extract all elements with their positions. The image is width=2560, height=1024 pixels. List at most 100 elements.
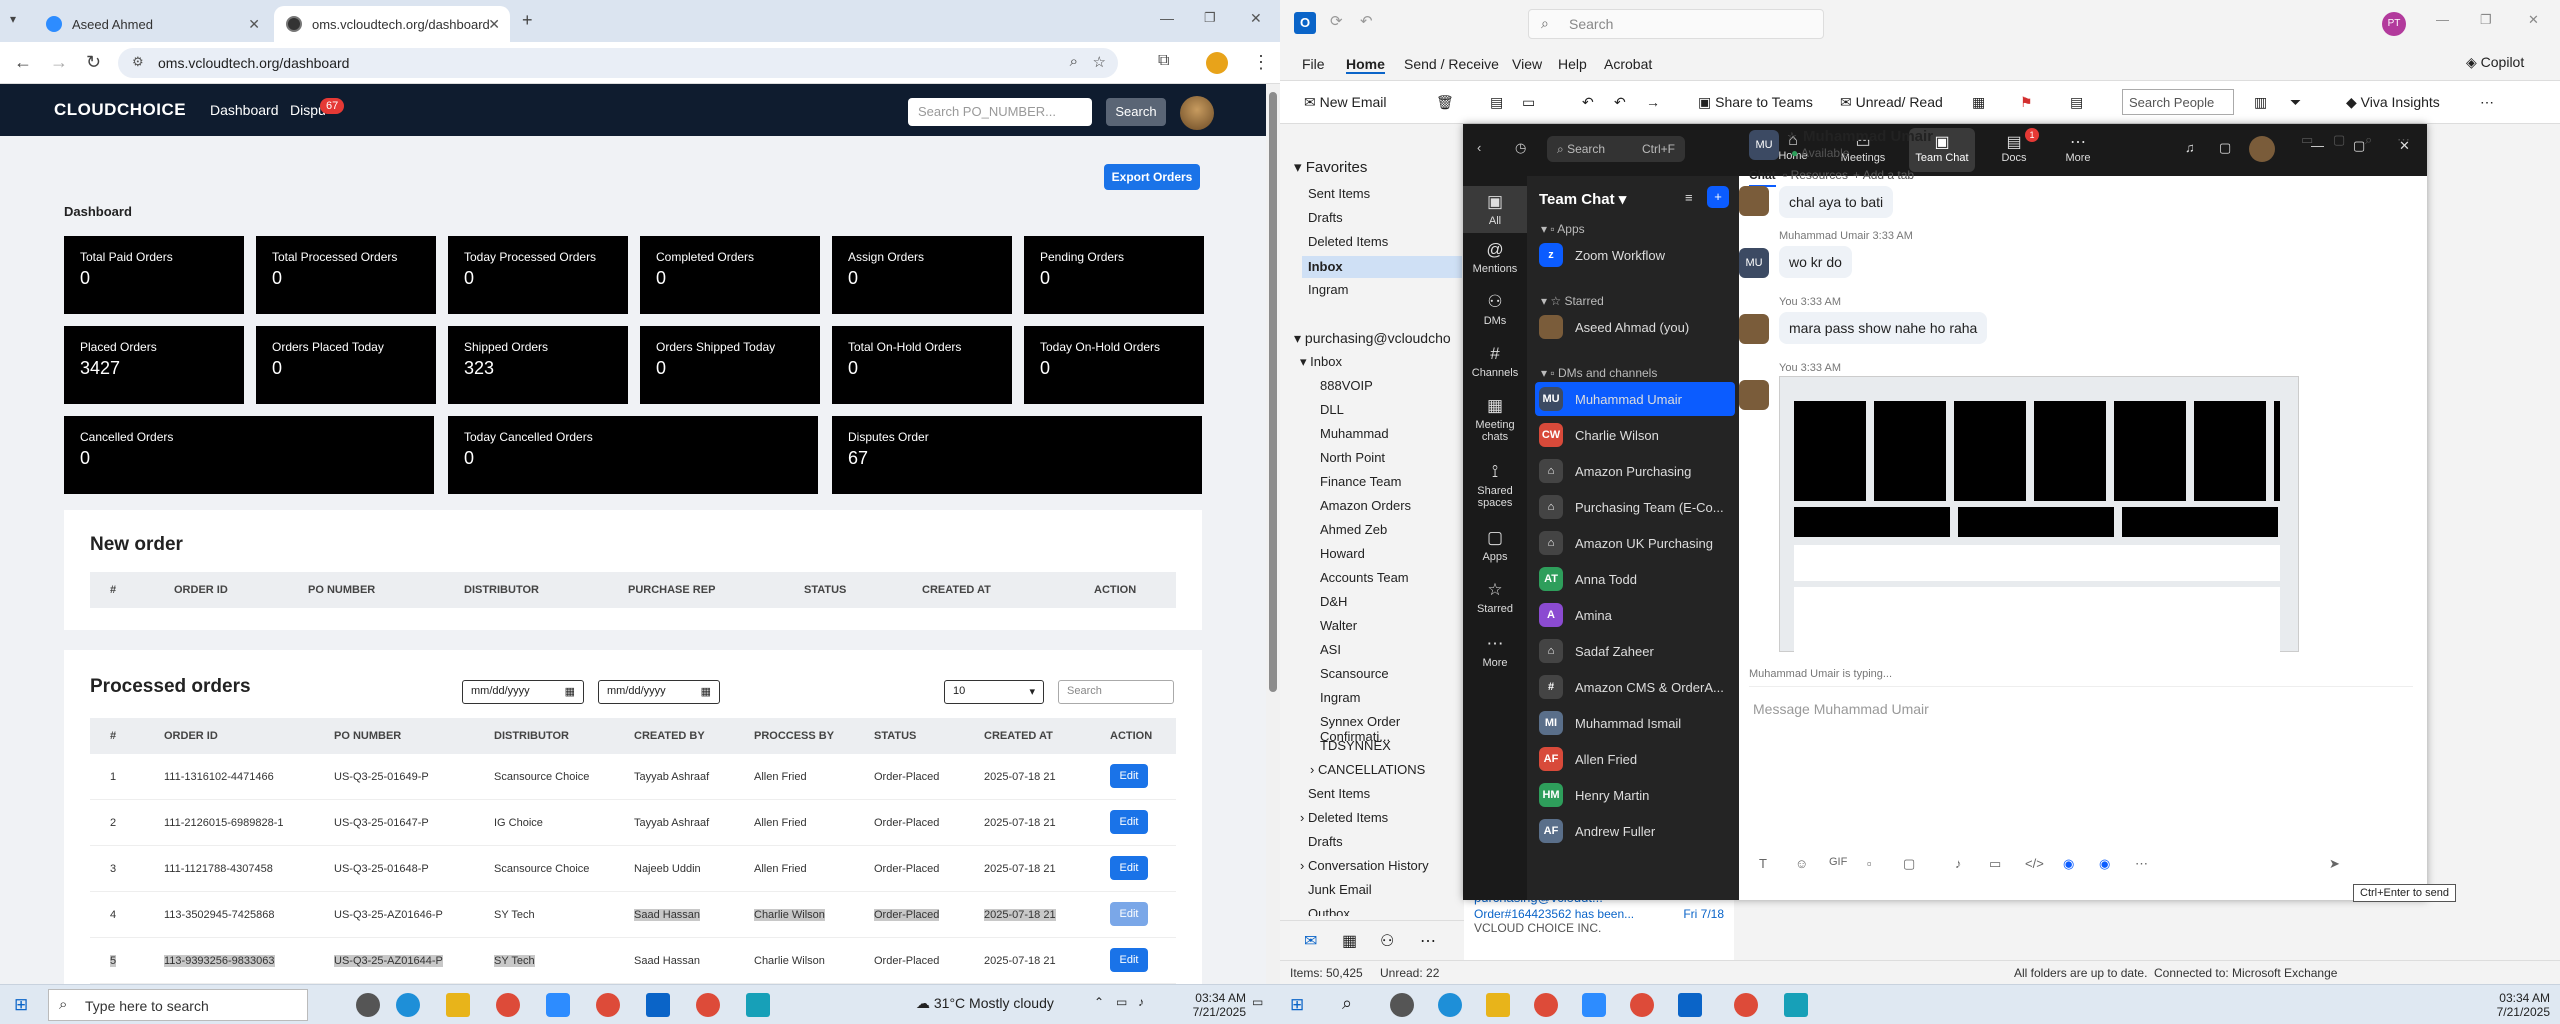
app-icon[interactable] (1784, 993, 1808, 1017)
subfolder[interactable]: Ahmed Zeb (1320, 522, 1387, 537)
edge-icon[interactable] (1438, 993, 1462, 1017)
network-icon[interactable]: ▭ (1116, 995, 1127, 1009)
account-header[interactable]: ▾ purchasing@vcloudcho (1294, 330, 1451, 347)
tab-resources[interactable]: ▫ Resources (1783, 168, 1848, 182)
compose-icon[interactable]: + (1707, 186, 1729, 208)
edit-button[interactable]: Edit (1110, 902, 1148, 926)
zoom-taskbar-icon[interactable] (1582, 993, 1606, 1017)
tab-dashboard[interactable]: oms.vcloudtech.org/dashboard ✕ (274, 6, 510, 42)
reply-all-icon[interactable]: ↶ (1614, 94, 1626, 111)
zoom-lens-icon[interactable]: ⌕ (1070, 53, 1078, 70)
subfolder[interactable]: Howard (1320, 546, 1365, 561)
calendar-icon[interactable]: ▦ (565, 685, 575, 698)
clock[interactable]: 03:34 AM 7/21/2025 (1186, 991, 1246, 1019)
subfolder[interactable]: Finance Team (1320, 474, 1401, 489)
search-icon[interactable]: ⌕ (1342, 993, 1352, 1014)
filter-icon[interactable]: ≡ (1685, 190, 1693, 205)
close-window-icon[interactable]: ✕ (2528, 12, 2539, 28)
chat-item-selected[interactable]: MU Muhammad Umair (1535, 382, 1735, 416)
notification-icon[interactable]: ▭ (1252, 995, 1263, 1009)
screenshot-attachment-image[interactable] (1779, 376, 2299, 653)
rail-more[interactable]: ⋯ More (1463, 634, 1527, 669)
maximize-icon[interactable]: ❐ (1204, 10, 1216, 26)
move-icon[interactable]: ▭ (1522, 94, 1535, 111)
send-icon[interactable]: ➤ (2329, 856, 2340, 872)
section-dms[interactable]: ▾ ▫ DMs and channels (1541, 366, 1657, 380)
file-explorer-icon[interactable] (446, 993, 470, 1017)
search-button[interactable]: Search (1106, 98, 1166, 126)
new-email-button[interactable]: ✉ New Email (1304, 94, 1387, 111)
start-date-input[interactable]: mm/dd/yyyy ▦ (462, 680, 584, 704)
chat-item[interactable]: AF Andrew Fuller (1535, 814, 1735, 848)
search-icon[interactable]: ⌕ (2365, 132, 2372, 148)
message-input[interactable]: Message Muhammad Umair (1749, 686, 2413, 746)
rail-meeting-chats[interactable]: ▦ Meeting chats (1463, 396, 1527, 443)
mail-icon[interactable]: ✉ (1304, 931, 1317, 951)
folder-item[interactable]: Drafts (1308, 210, 1343, 225)
rail-mentions[interactable]: @ Mentions (1463, 240, 1527, 275)
volume-icon[interactable]: ♪ (1138, 995, 1144, 1009)
chat-item[interactable]: # Amazon CMS & OrderA... (1535, 670, 1735, 704)
chat-item-self[interactable]: Aseed Ahmad (you) (1535, 310, 1735, 344)
more-icon[interactable]: ⋯ (2135, 856, 2148, 872)
rail-starred[interactable]: ☆ Starred (1463, 580, 1527, 615)
folder-item[interactable]: Drafts (1308, 834, 1343, 849)
export-orders-button[interactable]: Export Orders (1104, 164, 1200, 190)
code-icon[interactable]: </> (2025, 856, 2044, 871)
folder-item[interactable]: Sent Items (1308, 786, 1370, 801)
edit-button[interactable]: Edit (1110, 764, 1148, 788)
copilot-button[interactable]: ◈ Copilot (2466, 54, 2524, 71)
more-icon[interactable]: ⋯ (1420, 931, 1436, 951)
people-icon[interactable]: ⚇ (1380, 931, 1394, 951)
outlook-search-input[interactable]: ⌕ Search (1528, 9, 1824, 39)
file-icon[interactable]: ▫ (1867, 856, 1872, 871)
delete-icon[interactable]: 🗑 (1436, 94, 1454, 111)
url-input[interactable]: ⚙ oms.vcloudtech.org/dashboard ⌕ ☆ (118, 48, 1118, 78)
user-avatar[interactable]: PT (2382, 12, 2406, 36)
subfolder[interactable]: DLL (1320, 402, 1344, 417)
rail-dms[interactable]: ⚇ DMs (1463, 292, 1527, 327)
menu-view[interactable]: View (1512, 56, 1542, 72)
send-receive-icon[interactable]: ⟳ (1330, 12, 1343, 30)
rail-apps[interactable]: ▢ Apps (1463, 528, 1527, 563)
maximize-icon[interactable]: ❐ (2480, 12, 2492, 28)
chrome-icon[interactable] (596, 993, 620, 1017)
zoom-search-input[interactable]: ⌕ Search Ctrl+F (1547, 136, 1685, 162)
more-icon[interactable]: ⋯ (2480, 94, 2494, 111)
file-explorer-icon[interactable] (1486, 993, 1510, 1017)
menu-acrobat[interactable]: Acrobat (1604, 56, 1652, 72)
address-book-icon[interactable]: ▥ (2254, 94, 2267, 111)
tab-aseed[interactable]: Aseed Ahmed ✕ (34, 6, 270, 42)
task-view-icon[interactable] (356, 993, 380, 1017)
back-icon[interactable]: ‹ (1477, 140, 1481, 155)
page-size-select[interactable]: 10 ▾ (944, 680, 1044, 704)
menu-help[interactable]: Help (1558, 56, 1587, 72)
archive-icon[interactable]: ▤ (1490, 94, 1503, 111)
subfolder[interactable]: Scansource (1320, 666, 1389, 681)
edit-button[interactable]: Edit (1110, 948, 1148, 972)
bell-icon[interactable]: ♫ (2185, 140, 2195, 155)
taskbar-search-input[interactable]: ⌕ Type here to search (48, 989, 308, 1021)
weather-widget[interactable]: ☁ 31°C Mostly cloudy (916, 995, 1054, 1012)
menu-file[interactable]: File (1302, 56, 1325, 72)
edit-button[interactable]: Edit (1110, 810, 1148, 834)
format-text-icon[interactable]: T (1759, 856, 1767, 871)
star-icon[interactable]: ☆ (1787, 130, 1797, 143)
subfolder[interactable]: Amazon Orders (1320, 498, 1411, 513)
chrome-icon[interactable] (496, 993, 520, 1017)
back-icon[interactable]: ← (14, 52, 32, 73)
screenshot-icon[interactable]: ▢ (1903, 856, 1915, 872)
subfolder-collapsed[interactable]: › CANCELLATIONS (1310, 762, 1425, 777)
po-search-input[interactable]: Search PO_NUMBER... (908, 98, 1092, 126)
site-info-icon[interactable]: ⚙ (132, 54, 144, 70)
chat-header-name[interactable]: Muhammad Umair (1803, 128, 1933, 145)
subfolder[interactable]: Accounts Team (1320, 570, 1409, 585)
categorize-icon[interactable]: ▦ (1972, 94, 1985, 111)
subfolder[interactable]: Ingram (1320, 690, 1360, 705)
menu-send-receive[interactable]: Send / Receive (1404, 56, 1499, 72)
subfolder[interactable]: North Point (1320, 450, 1385, 465)
subfolder[interactable]: Walter (1320, 618, 1357, 633)
tray-chevron-icon[interactable]: ⌃ (1094, 995, 1104, 1009)
chrome-icon[interactable] (1534, 993, 1558, 1017)
end-date-input[interactable]: mm/dd/yyyy ▦ (598, 680, 720, 704)
